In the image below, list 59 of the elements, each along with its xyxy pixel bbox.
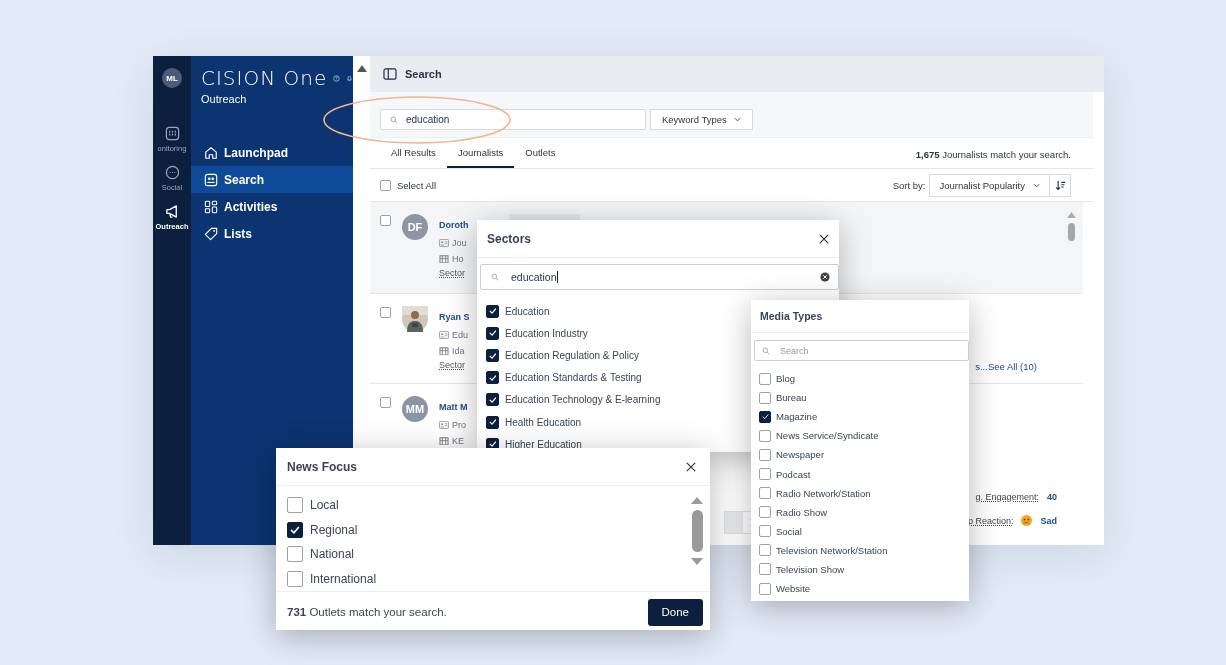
brand-logo: CISION One xyxy=(201,66,328,90)
news-focus-label: Regional xyxy=(310,522,358,537)
results-tab[interactable]: All Results xyxy=(380,138,447,168)
nav-item[interactable]: Lists xyxy=(191,220,353,247)
sector-label: Education Technology & E-learning xyxy=(505,394,661,406)
sort-label: Sort by: xyxy=(892,179,926,191)
journalist-avatar: MM xyxy=(402,396,428,422)
journalist-avatar: DF xyxy=(402,214,428,240)
sector-label: Education xyxy=(505,305,550,317)
media-type-label: Bureau xyxy=(776,392,807,404)
sector-search-field[interactable]: education xyxy=(480,264,839,290)
keyword-field[interactable]: education xyxy=(380,109,646,130)
media-type-label: Website xyxy=(776,583,811,595)
keyword-types-dropdown[interactable]: Keyword Types xyxy=(650,109,753,130)
dialog-title: Sectors xyxy=(487,231,532,246)
media-type-label: Radio Show xyxy=(776,506,828,518)
journalist-detail: Pro xyxy=(452,420,466,430)
media-type-label: Television Show xyxy=(776,564,845,575)
results-tab[interactable]: Journalists xyxy=(446,138,515,168)
stat-value: 40 xyxy=(1047,492,1057,502)
stat-label: g. Engagement: xyxy=(975,492,1039,502)
stat-value: Sad xyxy=(1040,515,1057,526)
sector-label: Health Education xyxy=(505,416,582,428)
select-all-label: Select All xyxy=(397,179,437,191)
dialog-title: News Focus xyxy=(287,459,358,474)
user-avatar[interactable]: ML xyxy=(162,68,182,88)
nav-item[interactable]: Launchpad xyxy=(191,139,353,166)
page-title: Search xyxy=(405,68,442,80)
product-name: Outreach xyxy=(200,93,248,105)
match-count: 731 Outlets match your search. xyxy=(287,606,447,618)
done-button[interactable]: Done xyxy=(647,598,703,626)
sector-label: Education Regulation & Policy xyxy=(505,349,639,361)
sector-label: Higher Education xyxy=(505,438,582,450)
media-type-label: Magazine xyxy=(776,411,818,423)
journalist-detail: Edu xyxy=(452,330,468,340)
match-count: 1,675 Journalists match your search. xyxy=(915,147,1072,160)
media-type-label: Newspaper xyxy=(776,449,825,461)
sector-label: Education Industry xyxy=(505,327,588,339)
nav-item[interactable]: Activities xyxy=(191,193,353,220)
media-type-label: Podcast xyxy=(776,468,811,480)
dialog-title: Media Types xyxy=(760,310,823,322)
media-type-label: Television Network/Station xyxy=(776,544,888,556)
media-search-field[interactable]: Search xyxy=(754,340,969,361)
news-focus-label: Local xyxy=(310,498,339,513)
media-type-label: Blog xyxy=(776,373,795,385)
media-type-label: Radio Network/Station xyxy=(776,487,871,499)
media-type-label: News Service/Syndicate xyxy=(776,430,879,442)
news-focus-label: International xyxy=(310,571,377,586)
see-all-link[interactable]: s...See All (10) xyxy=(975,361,1083,383)
journalist-detail: Ida xyxy=(452,346,465,356)
journalist-detail: Ho xyxy=(452,254,464,264)
news-focus-label: National xyxy=(310,547,355,562)
journalist-detail: Jou xyxy=(452,238,467,248)
nav-item[interactable]: Search xyxy=(191,166,353,193)
stat-label: p Reaction: xyxy=(967,515,1014,526)
media-type-label: Social xyxy=(776,525,802,537)
sector-label: Education Standards & Testing xyxy=(505,372,642,384)
results-tab[interactable]: Outlets xyxy=(514,138,567,168)
journalist-detail: KE xyxy=(452,436,464,446)
